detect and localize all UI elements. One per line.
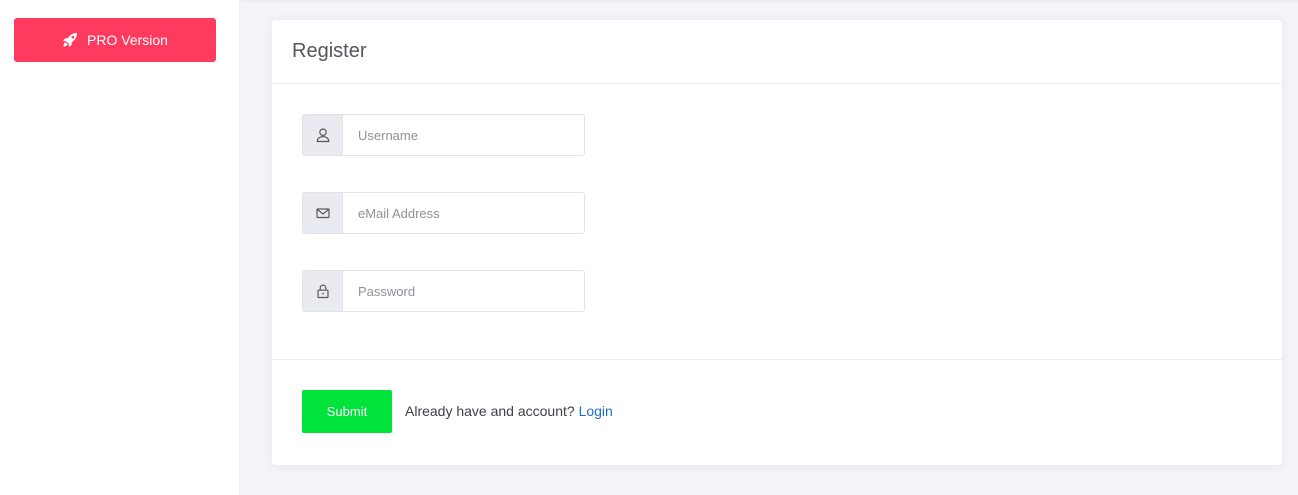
main-content: Register Username eMail Address Submit A… [241, 0, 1298, 495]
card-footer: Submit Already have and account? Login [272, 360, 1282, 464]
user-icon [302, 114, 342, 156]
username-input[interactable] [342, 114, 585, 156]
lock-icon [302, 270, 342, 312]
login-prompt-text: Already have and account? [405, 403, 575, 419]
password-group [302, 270, 585, 312]
pro-version-label: PRO Version [87, 32, 168, 48]
mail-icon [302, 192, 342, 234]
sidebar: PRO Version [0, 0, 240, 495]
rocket-icon [62, 32, 78, 48]
top-divider [241, 0, 1298, 2]
page-title: Register [292, 40, 367, 62]
register-card: Register Username eMail Address Submit A… [272, 20, 1282, 465]
email-input[interactable] [342, 192, 585, 234]
card-header: Register [272, 20, 1282, 84]
password-input[interactable] [342, 270, 585, 312]
login-link[interactable]: Login [579, 403, 613, 419]
pro-version-button[interactable]: PRO Version [14, 18, 216, 62]
login-prompt: Already have and account? Login [405, 403, 613, 419]
register-form [272, 84, 1282, 360]
username-group [302, 114, 585, 156]
email-group [302, 192, 585, 234]
submit-button[interactable]: Submit [302, 390, 392, 433]
